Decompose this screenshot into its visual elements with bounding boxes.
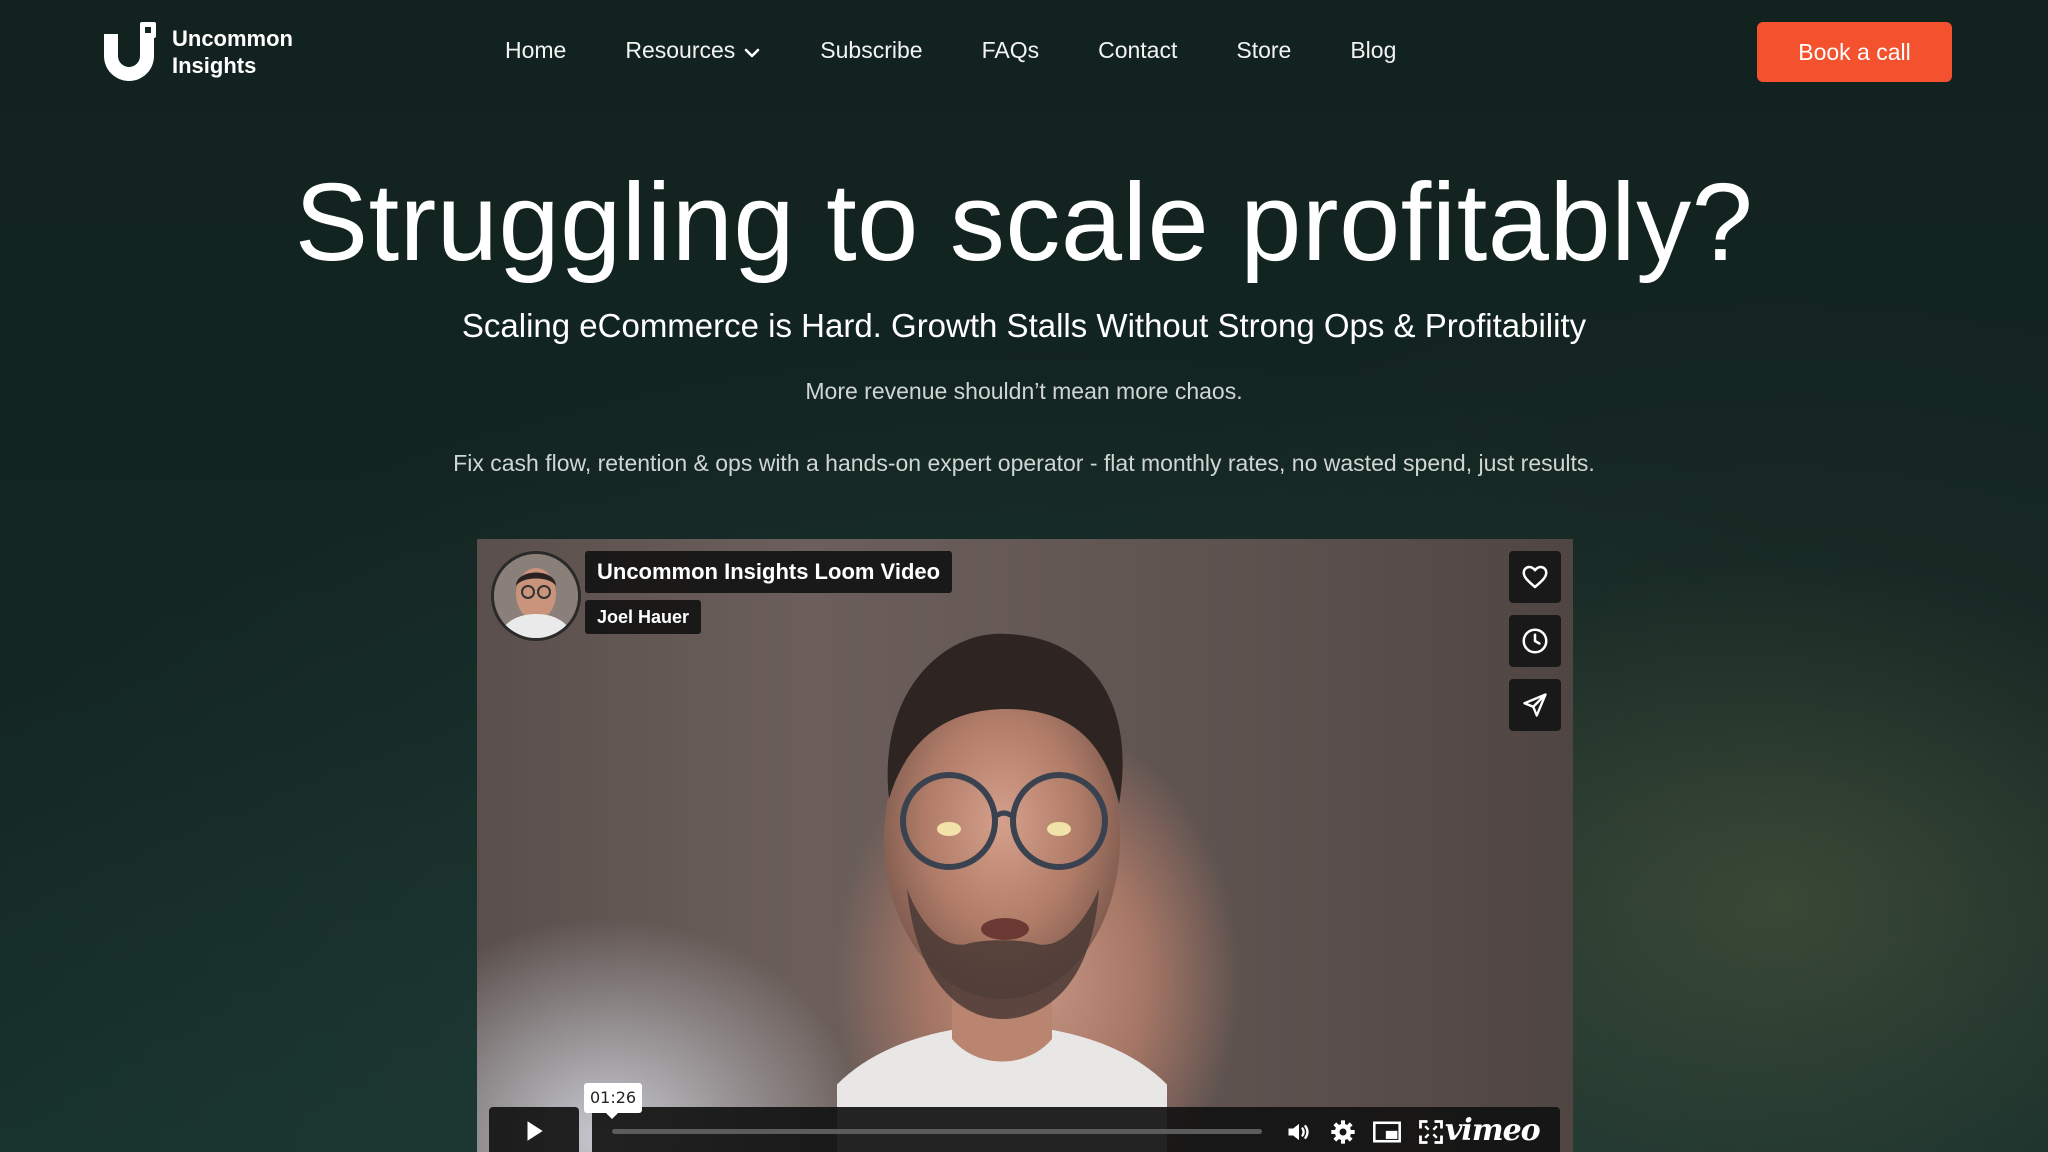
video-player[interactable]: Uncommon Insights Loom Video Joel Hauer …	[477, 539, 1573, 1152]
nav-item-blog[interactable]: Blog	[1350, 37, 1396, 64]
chevron-down-icon	[743, 41, 761, 59]
gear-icon[interactable]	[1328, 1117, 1358, 1147]
hero-subtitle: Scaling eCommerce is Hard. Growth Stalls…	[461, 307, 1587, 344]
video-progress-bar[interactable]	[612, 1129, 1262, 1134]
watch-later-button[interactable]	[1509, 615, 1561, 667]
nav-item-label: Contact	[1098, 36, 1178, 63]
hero-description: Fix cash flow, retention & ops with a ha…	[453, 450, 1595, 476]
brand-name: Uncommon Insights	[172, 25, 293, 79]
nav-item-resources[interactable]: Resources	[625, 37, 761, 64]
nav-item-label: Subscribe	[820, 36, 923, 63]
brand-name-line1: Uncommon	[172, 26, 293, 51]
top-navigation: Uncommon Insights Home Resources Subscri…	[0, 0, 2048, 104]
video-frame-presenter	[837, 633, 1167, 1152]
author-avatar[interactable]	[491, 551, 581, 641]
nav-item-label: Store	[1236, 36, 1292, 63]
video-control-bar: vimeo	[592, 1107, 1560, 1152]
fullscreen-icon[interactable]	[1416, 1117, 1446, 1147]
play-icon	[527, 1121, 543, 1141]
video-title[interactable]: Uncommon Insights Loom Video	[585, 551, 953, 593]
nav-item-subscribe[interactable]: Subscribe	[820, 37, 922, 64]
nav-item-label: Blog	[1350, 36, 1397, 63]
timestamp-tooltip: 01:26	[584, 1083, 643, 1119]
nav-links: Home Resources Subscribe FAQs Contact St…	[505, 30, 1396, 70]
vimeo-logo[interactable]: vimeo	[1445, 1111, 1541, 1151]
play-button[interactable]	[489, 1107, 579, 1152]
book-a-call-button[interactable]: Book a call	[1757, 22, 1952, 82]
nav-item-label: FAQs	[981, 36, 1040, 63]
pip-icon[interactable]	[1372, 1117, 1402, 1147]
like-button[interactable]	[1509, 551, 1561, 603]
video-author[interactable]: Joel Hauer	[585, 600, 702, 634]
brand-name-line2: Insights	[172, 53, 257, 78]
nav-item-store[interactable]: Store	[1236, 37, 1291, 64]
nav-item-contact[interactable]: Contact	[1098, 37, 1177, 64]
share-button[interactable]	[1509, 679, 1561, 731]
brand-logo[interactable]: Uncommon Insights	[100, 22, 293, 82]
hero-tagline: More revenue shouldn’t mean more chaos.	[805, 378, 1243, 404]
heart-icon	[1522, 565, 1548, 589]
send-icon	[1523, 693, 1547, 717]
volume-icon[interactable]	[1284, 1117, 1314, 1147]
nav-item-label: Resources	[625, 36, 736, 63]
uncommon-insights-logo-icon	[100, 22, 158, 82]
nav-item-home[interactable]: Home	[505, 37, 566, 64]
nav-item-faqs[interactable]: FAQs	[982, 37, 1040, 64]
hero-title: Struggling to scale profitably?	[294, 161, 1754, 284]
nav-item-label: Home	[505, 36, 567, 63]
clock-icon	[1522, 628, 1548, 654]
